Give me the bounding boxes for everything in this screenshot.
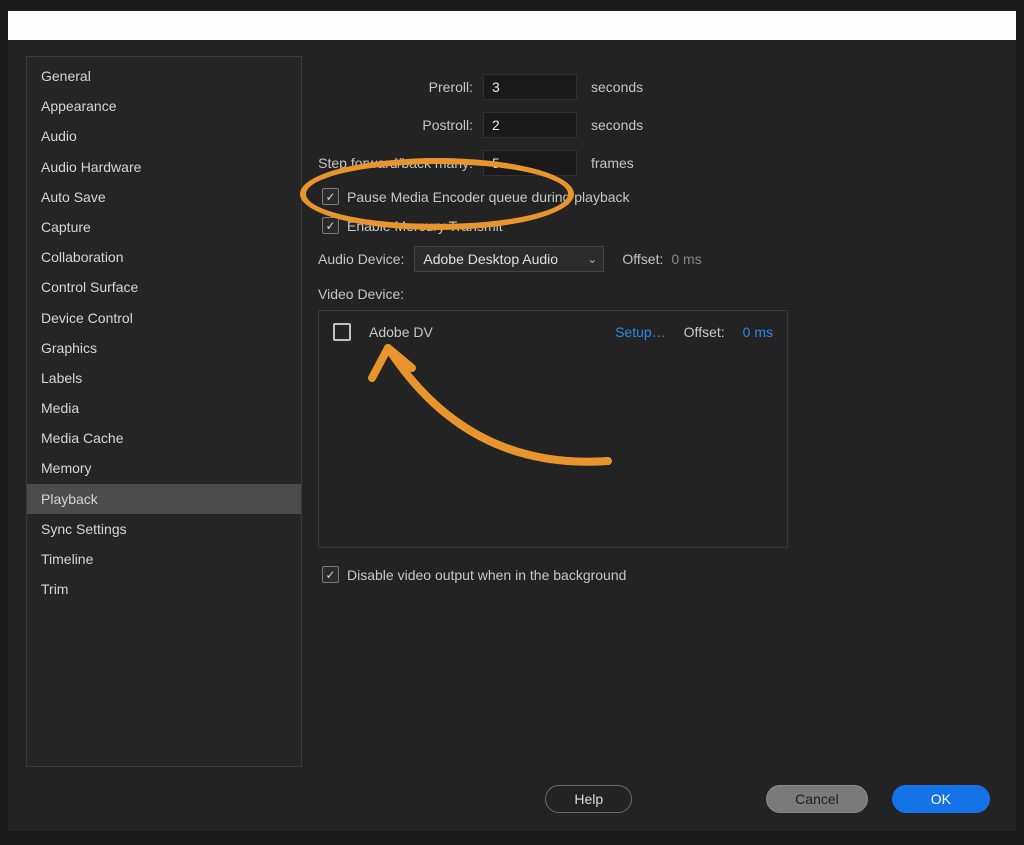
- postroll-unit: seconds: [577, 117, 643, 133]
- sidebar-item-trim[interactable]: Trim: [27, 574, 301, 604]
- sidebar-item-appearance[interactable]: Appearance: [27, 91, 301, 121]
- enable-mercury-row[interactable]: Enable Mercury Transmit: [318, 217, 998, 234]
- sidebar-item-capture[interactable]: Capture: [27, 212, 301, 242]
- step-unit: frames: [577, 155, 634, 171]
- sidebar-item-general[interactable]: General: [27, 61, 301, 91]
- sidebar-item-labels[interactable]: Labels: [27, 363, 301, 393]
- sidebar-item-graphics[interactable]: Graphics: [27, 333, 301, 363]
- preroll-row: Preroll: seconds: [318, 74, 998, 100]
- step-input[interactable]: [483, 150, 577, 176]
- enable-mercury-checkbox[interactable]: [322, 217, 339, 234]
- pause-encoder-label: Pause Media Encoder queue during playbac…: [347, 189, 630, 205]
- adobe-dv-checkbox[interactable]: [333, 323, 351, 341]
- disable-bg-row[interactable]: Disable video output when in the backgro…: [318, 566, 998, 583]
- video-device-list: Adobe DV Setup… Offset: 0 ms: [318, 310, 788, 548]
- sidebar-item-media-cache[interactable]: Media Cache: [27, 423, 301, 453]
- dialog-body: General Appearance Audio Audio Hardware …: [8, 40, 1016, 767]
- audio-offset-label: Offset:: [604, 251, 671, 267]
- pause-encoder-row[interactable]: Pause Media Encoder queue during playbac…: [318, 188, 998, 205]
- audio-device-select[interactable]: Adobe Desktop Audio ⌄: [414, 246, 604, 272]
- adobe-dv-label: Adobe DV: [369, 324, 433, 340]
- audio-offset-value[interactable]: 0 ms: [671, 251, 701, 267]
- sidebar-item-timeline[interactable]: Timeline: [27, 544, 301, 574]
- chevron-down-icon: ⌄: [587, 252, 597, 266]
- enable-mercury-label: Enable Mercury Transmit: [347, 218, 503, 234]
- preferences-dialog: General Appearance Audio Audio Hardware …: [8, 40, 1016, 831]
- disable-bg-checkbox[interactable]: [322, 566, 339, 583]
- video-offset-value[interactable]: 0 ms: [743, 324, 773, 340]
- video-offset-label: Offset:: [684, 324, 725, 340]
- help-button[interactable]: Help: [545, 785, 632, 813]
- sidebar-item-memory[interactable]: Memory: [27, 453, 301, 483]
- pause-encoder-checkbox[interactable]: [322, 188, 339, 205]
- whited-out-titlebar: [8, 11, 1016, 40]
- audio-device-value: Adobe Desktop Audio: [423, 251, 558, 267]
- step-label: Step forward/back many:: [318, 155, 483, 171]
- video-device-row: Adobe DV Setup… Offset: 0 ms: [333, 323, 773, 341]
- sidebar-item-media[interactable]: Media: [27, 393, 301, 423]
- category-sidebar: General Appearance Audio Audio Hardware …: [26, 56, 302, 767]
- sidebar-item-device-control[interactable]: Device Control: [27, 303, 301, 333]
- sidebar-item-playback[interactable]: Playback: [27, 484, 301, 514]
- postroll-input[interactable]: [483, 112, 577, 138]
- video-setup-link[interactable]: Setup…: [615, 324, 666, 340]
- settings-panel: Preroll: seconds Postroll: seconds Step …: [318, 56, 998, 767]
- preroll-label: Preroll:: [318, 79, 483, 95]
- sidebar-item-control-surface[interactable]: Control Surface: [27, 272, 301, 302]
- postroll-row: Postroll: seconds: [318, 112, 998, 138]
- sidebar-item-sync-settings[interactable]: Sync Settings: [27, 514, 301, 544]
- sidebar-item-audio[interactable]: Audio: [27, 121, 301, 151]
- postroll-label: Postroll:: [318, 117, 483, 133]
- audio-device-row: Audio Device: Adobe Desktop Audio ⌄ Offs…: [318, 246, 998, 272]
- disable-bg-label: Disable video output when in the backgro…: [347, 567, 626, 583]
- sidebar-item-auto-save[interactable]: Auto Save: [27, 182, 301, 212]
- preroll-unit: seconds: [577, 79, 643, 95]
- video-device-label: Video Device:: [318, 286, 998, 302]
- sidebar-item-audio-hardware[interactable]: Audio Hardware: [27, 152, 301, 182]
- audio-device-label: Audio Device:: [318, 251, 414, 267]
- cancel-button[interactable]: Cancel: [766, 785, 868, 813]
- ok-button[interactable]: OK: [892, 785, 990, 813]
- dialog-footer: Help Cancel OK: [8, 767, 1016, 831]
- preroll-input[interactable]: [483, 74, 577, 100]
- step-row: Step forward/back many: frames: [318, 150, 998, 176]
- sidebar-item-collaboration[interactable]: Collaboration: [27, 242, 301, 272]
